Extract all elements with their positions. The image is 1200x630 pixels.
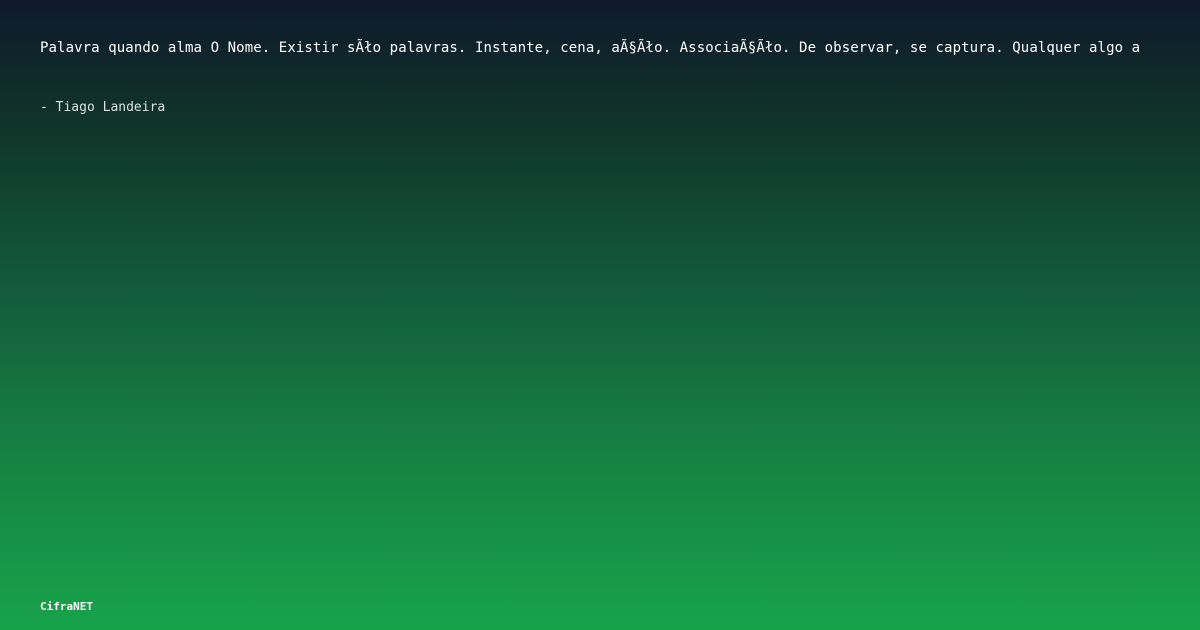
brand-logo-text: CifraNET — [40, 600, 93, 613]
quote-text: Palavra quando alma O Nome. Existir sÃło… — [40, 40, 1141, 56]
quote-author: - Tiago Landeira — [40, 100, 166, 115]
